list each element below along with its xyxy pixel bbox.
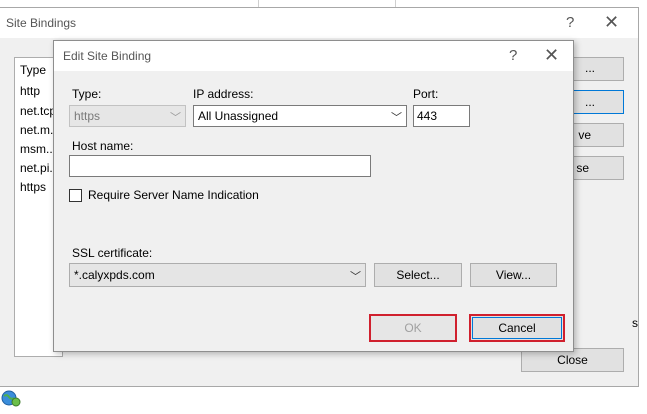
background-divider [395,0,396,7]
ssl-certificate-label: SSL certificate: [72,246,153,260]
type-dropdown: https ﹀ [69,105,186,127]
cancel-button-label: Cancel [498,321,536,335]
list-header-type[interactable]: Type [20,63,46,77]
sni-checkbox[interactable] [69,189,82,202]
background-divider [258,0,259,7]
edit-binding-titlebar: Edit Site Binding ? ✕ [54,41,573,71]
list-item[interactable]: net.tcp [20,104,56,118]
help-icon[interactable]: ? [509,47,517,64]
port-label: Port: [413,87,439,101]
ssl-certificate-value: *.calyxpds.com [74,268,155,282]
select-certificate-button[interactable]: Select... [374,263,462,287]
chevron-down-icon: ﹀ [170,112,181,124]
host-name-label: Host name: [72,139,134,153]
list-item[interactable]: http [20,84,40,98]
site-bindings-title: Site Bindings [6,16,77,30]
site-bindings-titlebar: Site Bindings ? ✕ [0,8,638,38]
clipped-text: s [632,316,638,330]
list-item[interactable]: msm... [20,142,56,156]
globe-icon[interactable] [0,386,22,408]
chevron-down-icon[interactable]: ﹀ [350,268,361,284]
port-input[interactable]: 443 [413,105,470,127]
ip-address-value: All Unassigned [198,109,279,123]
edit-binding-title: Edit Site Binding [63,49,152,63]
list-item[interactable]: https [20,180,46,194]
chevron-down-icon[interactable]: ﹀ [391,109,402,125]
cancel-button[interactable]: Cancel [469,314,565,342]
close-icon[interactable]: ✕ [604,12,619,33]
type-label: Type: [72,87,102,101]
help-icon[interactable]: ? [566,14,574,31]
close-icon[interactable]: ✕ [544,45,559,66]
sni-label[interactable]: Require Server Name Indication [88,188,259,202]
edit-site-binding-dialog: Edit Site Binding ? ✕ Type: IP address: … [53,40,574,352]
host-name-input[interactable] [69,155,371,177]
port-value: 443 [417,109,438,123]
view-certificate-button[interactable]: View... [470,263,557,287]
ip-address-dropdown[interactable]: All Unassigned ﹀ [193,105,407,127]
type-value: https [74,109,101,123]
background-window-strip [0,0,647,7]
ok-button[interactable]: OK [369,314,457,342]
ssl-certificate-dropdown[interactable]: *.calyxpds.com ﹀ [69,263,366,287]
ip-address-label: IP address: [193,87,254,101]
